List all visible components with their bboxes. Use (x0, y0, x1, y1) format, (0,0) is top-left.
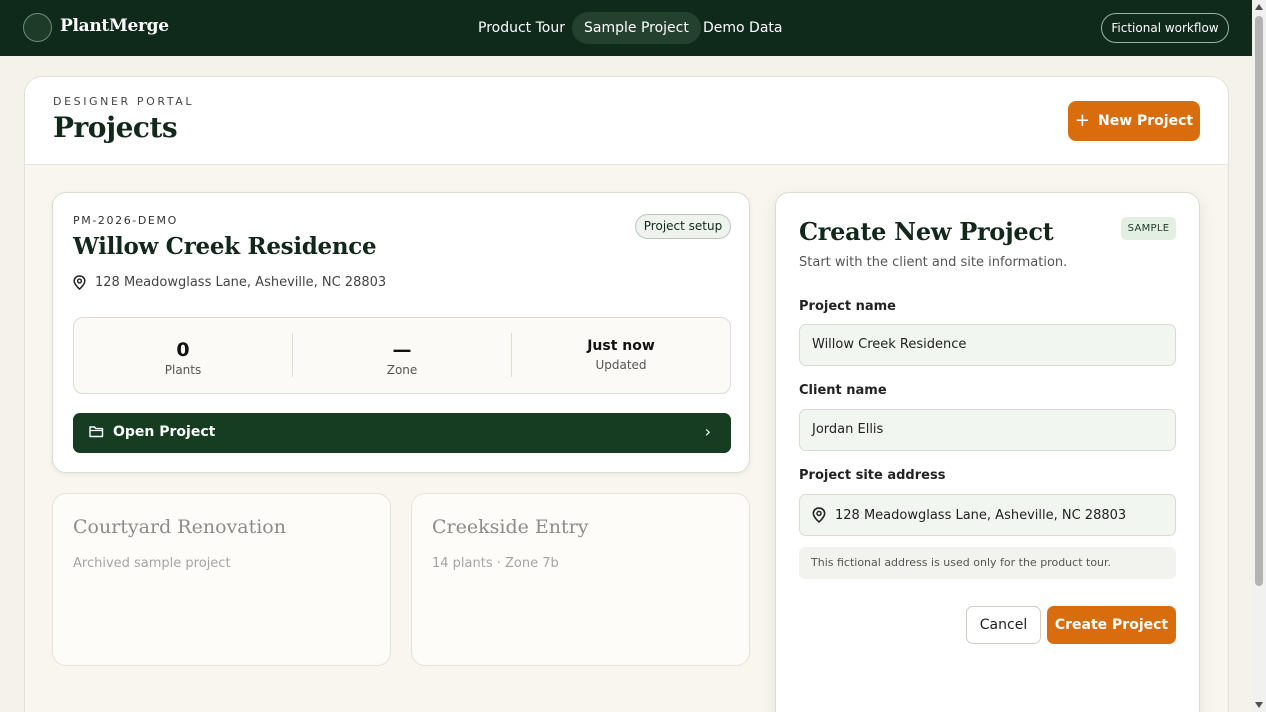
create-project-button[interactable]: Create Project (1047, 606, 1176, 644)
form-title: Create New Project (799, 217, 1054, 246)
project-summary: 14 plants · Zone 7b (432, 556, 559, 571)
project-name: Creekside Entry (432, 516, 589, 538)
project-name: Willow Creek Residence (73, 233, 377, 260)
logo-icon (23, 13, 52, 42)
stat-updated: Just now Updated (512, 318, 730, 395)
scrollbar-thumb[interactable] (1255, 16, 1263, 586)
stat-plants-value: 0 (176, 339, 190, 361)
client-name-input[interactable]: Jordan Ellis (799, 409, 1176, 451)
top-navbar: PlantMerge Product Tour Sample Project D… (0, 0, 1252, 56)
client-name-label: Client name (799, 383, 887, 398)
stat-updated-label: Updated (595, 358, 647, 372)
project-name-input[interactable]: Willow Creek Residence (799, 324, 1176, 366)
new-project-label: New Project (1098, 113, 1194, 129)
site-address-label: Project site address (799, 468, 946, 483)
project-stats: 0 Plants — Zone Just now Updated (73, 317, 731, 394)
scroll-up-arrow-icon[interactable] (1255, 4, 1263, 10)
nav-sample-project[interactable]: Sample Project (572, 12, 701, 44)
nav-demo-data[interactable]: Demo Data (691, 12, 794, 44)
location-pin-icon (812, 507, 826, 523)
site-address-value: 128 Meadowglass Lane, Asheville, NC 2880… (835, 507, 1127, 523)
stat-zone-value: — (392, 339, 412, 361)
project-address: 128 Meadowglass Lane, Asheville, NC 2880… (73, 275, 386, 290)
project-card-creekside[interactable]: Creekside Entry 14 plants · Zone 7b (411, 493, 750, 666)
portal-eyebrow: DESIGNER PORTAL (53, 95, 195, 108)
status-badge: Project setup (635, 214, 731, 239)
page-title: Projects (53, 111, 178, 144)
plus-icon: + (1074, 110, 1090, 131)
app-logo-name[interactable]: PlantMerge (60, 16, 169, 36)
chevron-right-icon: › (704, 422, 711, 441)
open-project-label: Open Project (113, 424, 216, 440)
form-subtitle: Start with the client and site informati… (799, 255, 1068, 270)
site-address-input[interactable]: 128 Meadowglass Lane, Asheville, NC 2880… (799, 494, 1176, 536)
page-scrollbar[interactable] (1252, 0, 1266, 712)
scroll-down-arrow-icon[interactable] (1255, 702, 1263, 708)
panel-header: DESIGNER PORTAL Projects + New Project (25, 77, 1228, 165)
nav-product-tour[interactable]: Product Tour (466, 12, 577, 44)
folder-icon (89, 426, 104, 438)
address-note: This fictional address is used only for … (799, 547, 1176, 579)
stat-plants-label: Plants (164, 363, 202, 377)
open-project-button[interactable]: Open Project › (73, 413, 731, 453)
create-project-form: Create New Project SAMPLE Start with the… (775, 192, 1200, 712)
fictional-workflow-button[interactable]: Fictional workflow (1101, 13, 1229, 43)
stat-plants: 0 Plants (74, 318, 292, 395)
stat-updated-value: Just now (587, 338, 655, 354)
project-card-courtyard[interactable]: Courtyard Renovation Archived sample pro… (52, 493, 391, 666)
project-card: PM-2026-DEMO Project setup Willow Creek … (52, 192, 750, 473)
project-name-label: Project name (799, 299, 896, 314)
project-address-text: 128 Meadowglass Lane, Asheville, NC 2880… (95, 275, 387, 290)
project-code: PM-2026-DEMO (73, 214, 178, 227)
project-summary: Archived sample project (73, 556, 231, 571)
sample-badge: SAMPLE (1121, 217, 1176, 240)
location-pin-icon (73, 275, 86, 290)
cancel-button[interactable]: Cancel (966, 606, 1041, 644)
project-name: Courtyard Renovation (73, 516, 286, 538)
stat-zone: — Zone (293, 318, 511, 395)
stat-zone-label: Zone (386, 363, 418, 377)
new-project-button[interactable]: + New Project (1068, 101, 1200, 141)
